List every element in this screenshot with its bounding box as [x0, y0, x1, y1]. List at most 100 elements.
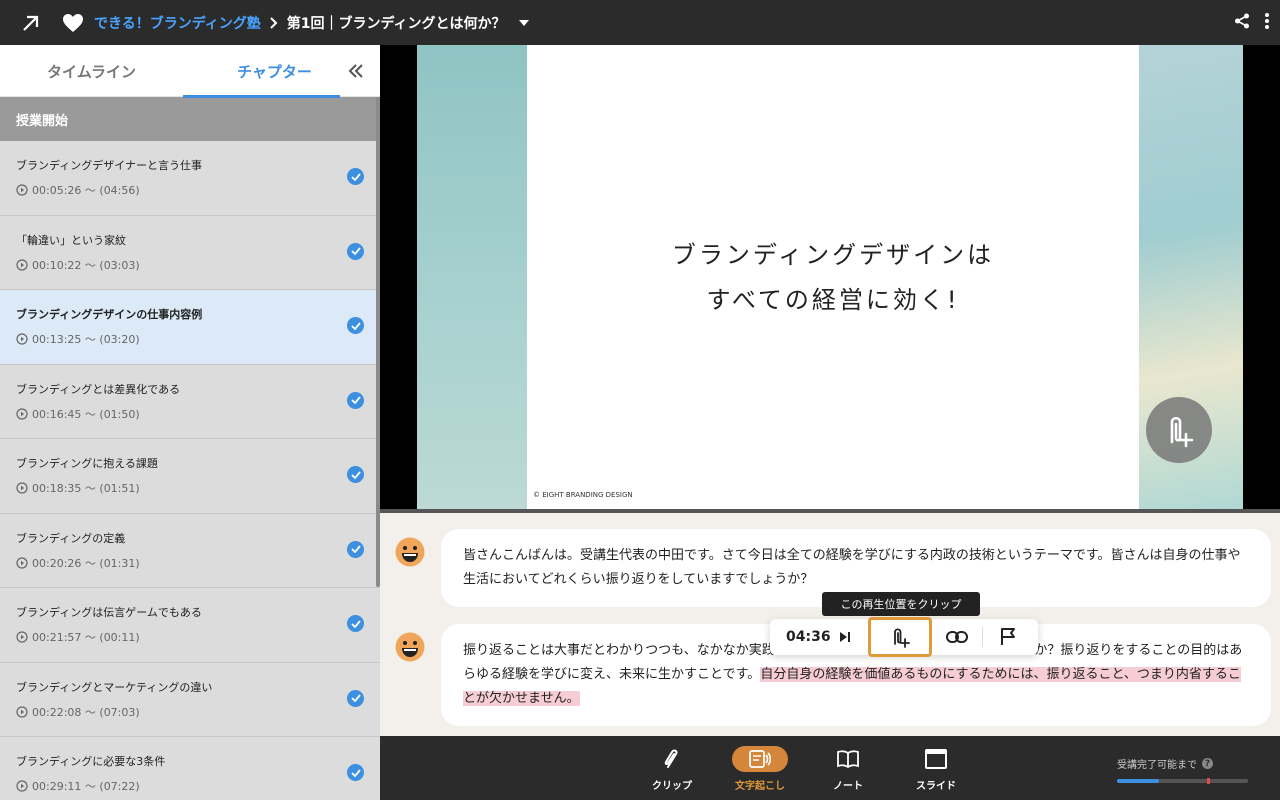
- chapter-time-text: 00:10:22 〜 (03:03): [32, 258, 140, 272]
- play-circle-icon: [16, 631, 28, 643]
- play-circle-icon: [16, 333, 28, 345]
- section-header: 授業開始: [0, 97, 380, 141]
- flag-button[interactable]: [983, 619, 1033, 655]
- nav-clip[interactable]: クリップ: [642, 746, 702, 792]
- clip-position-button[interactable]: [868, 617, 932, 657]
- lesson-dropdown-button[interactable]: [518, 19, 530, 27]
- chapter-time: 00:13:25 〜 (03:20): [16, 331, 380, 347]
- chapter-time-text: 00:22:08 〜 (07:03): [32, 705, 140, 719]
- slide-copyright: © EIGHT BRANDING DESIGN: [533, 491, 633, 499]
- check-circle-icon: [347, 168, 364, 185]
- tab-chapter[interactable]: チャプター: [183, 45, 366, 98]
- share-icon[interactable]: [1234, 13, 1250, 33]
- exit-button[interactable]: [0, 0, 62, 45]
- chapter-time: 00:29:11 〜 (07:22): [16, 778, 380, 794]
- chapter-time: 00:16:45 〜 (01:50): [16, 406, 380, 422]
- chapter-title: ブランディングの定義: [16, 531, 126, 545]
- play-circle-icon: [16, 482, 28, 494]
- copy-link-button[interactable]: [932, 619, 982, 655]
- chapter-item[interactable]: ブランディングデザインの仕事内容例 00:13:25 〜 (03:20): [0, 290, 380, 365]
- transcript-icon: [732, 746, 788, 772]
- heart-icon[interactable]: [62, 13, 88, 33]
- chapter-title: ブランディングとは差異化である: [16, 382, 181, 396]
- play-circle-icon: [16, 184, 28, 196]
- clip-toolbar: 04:36: [770, 617, 1038, 657]
- play-circle-icon: [16, 258, 28, 271]
- link-icon: [946, 631, 968, 643]
- completion-indicator: 受講完了可能まで?: [1117, 756, 1248, 784]
- clip-tooltip: この再生位置をクリップ: [822, 592, 980, 616]
- chapter-list: ブランディングデザイナーと言う仕事 00:05:26 〜 (04:56) 「輪違い」…: [0, 141, 380, 800]
- chapter-time: 00:22:08 〜 (07:03): [16, 704, 380, 720]
- add-clip-button[interactable]: [1146, 397, 1212, 463]
- lesson-title: 第1回｜ブランディングとは何か？: [286, 15, 506, 32]
- chapter-item[interactable]: ブランディングとは差異化である 00:16:45 〜 (01:50): [0, 364, 380, 439]
- more-vertical-icon[interactable]: [1264, 12, 1270, 34]
- check-circle-icon: [347, 466, 364, 483]
- toolbar-time: 04:36: [786, 629, 831, 645]
- check-circle-icon: [347, 391, 364, 409]
- smiley-avatar-icon: [395, 632, 425, 662]
- chapter-item[interactable]: ブランディングに抱える課題 00:18:35 〜 (01:51): [0, 439, 380, 514]
- slide-left-decoration: [417, 45, 527, 509]
- play-circle-icon: [16, 407, 28, 420]
- paperclip-icon: [663, 746, 681, 772]
- play-circle-icon: [16, 705, 28, 718]
- course-title-link[interactable]: できる！ブランディング塾: [94, 13, 261, 33]
- nav-slide-label: スライド: [916, 781, 956, 792]
- sidebar: タイムライン チャプター 授業開始 ブランディングデザイナーと言う仕事 00:05…: [0, 45, 380, 800]
- video-player[interactable]: ブランディングデザインは すべての経営に効く! © EIGHT BRANDING…: [380, 45, 1280, 513]
- book-icon: [837, 746, 859, 772]
- arrow-up-right-icon: [23, 15, 39, 31]
- play-circle-icon: [16, 556, 28, 569]
- help-icon[interactable]: ?: [1202, 758, 1213, 769]
- bottom-nav: クリップ 文字起こし ノート スライド 受講完了可能まで?: [380, 736, 1280, 800]
- check-circle-icon: [347, 317, 364, 334]
- chapter-item[interactable]: ブランディングデザイナーと言う仕事 00:05:26 〜 (04:56): [0, 141, 380, 216]
- chapter-time-text: 00:13:25 〜 (03:20): [32, 333, 140, 346]
- tab-timeline[interactable]: タイムライン: [0, 45, 183, 97]
- skip-next-icon: [839, 632, 850, 642]
- check-circle-icon: [347, 242, 364, 260]
- nav-clip-label: クリップ: [652, 781, 692, 792]
- completion-label: 受講完了可能まで: [1117, 760, 1197, 771]
- chapter-time-text: 00:16:45 〜 (01:50): [32, 407, 140, 421]
- chapter-item[interactable]: ブランディングの定義 00:20:26 〜 (01:31): [0, 513, 380, 588]
- check-circle-icon: [347, 615, 364, 632]
- chapter-title: 「輪違い」という家紋: [16, 233, 126, 247]
- chapter-item[interactable]: ブランディングとマーケティングの違い 00:22:08 〜 (07:03): [0, 662, 380, 737]
- check-circle-icon: [347, 540, 364, 558]
- smiley-avatar-icon: [395, 537, 425, 567]
- chapter-time-text: 00:29:11 〜 (07:22): [32, 780, 140, 793]
- chapter-time: 00:18:35 〜 (01:51): [16, 480, 380, 496]
- chapter-title: ブランディングに抱える課題: [16, 457, 158, 470]
- chapter-title: ブランディングデザイナーと言う仕事: [16, 159, 203, 172]
- paperclip-plus-icon: [1170, 416, 1194, 448]
- top-bar: できる！ブランディング塾 第1回｜ブランディングとは何か？: [0, 0, 1280, 45]
- slide-heading-line2: すべての経営に効く!: [706, 286, 960, 314]
- chapter-title: ブランディングに必要な3条件: [16, 755, 166, 768]
- chapter-time-text: 00:18:35 〜 (01:51): [32, 482, 140, 495]
- check-circle-icon: [347, 764, 364, 781]
- nav-transcript-label: 文字起こし: [735, 781, 785, 792]
- collapse-sidebar-button[interactable]: [344, 59, 368, 83]
- chapter-item[interactable]: 「輪違い」という家紋 00:10:22 〜 (03:03): [0, 215, 380, 290]
- nav-slide[interactable]: スライド: [906, 746, 966, 792]
- double-chevron-left-icon: [348, 64, 363, 78]
- check-circle-icon: [347, 689, 364, 707]
- chapter-item[interactable]: ブランディングに必要な3条件 00:29:11 〜 (07:22): [0, 737, 380, 800]
- chapter-time-text: 00:05:26 〜 (04:56): [32, 184, 140, 197]
- nav-note[interactable]: ノート: [818, 746, 878, 792]
- flag-icon: [1001, 628, 1015, 645]
- chapter-item[interactable]: ブランディングは伝言ゲームでもある 00:21:57 〜 (00:11): [0, 588, 380, 663]
- slide-frame: ブランディングデザインは すべての経営に効く! © EIGHT BRANDING…: [417, 45, 1243, 509]
- nav-transcript[interactable]: 文字起こし: [730, 746, 790, 792]
- chapter-time-text: 00:20:26 〜 (01:31): [32, 556, 140, 570]
- chapter-title: ブランディングとマーケティングの違い: [16, 680, 213, 694]
- completion-progress-bar: [1117, 778, 1248, 784]
- play-circle-icon: [16, 780, 28, 792]
- jump-to-time-button[interactable]: 04:36: [770, 629, 868, 645]
- caret-down-icon: [518, 19, 529, 26]
- sidebar-tabs: タイムライン チャプター: [0, 45, 380, 98]
- chapter-title: ブランディングは伝言ゲームでもある: [16, 606, 202, 619]
